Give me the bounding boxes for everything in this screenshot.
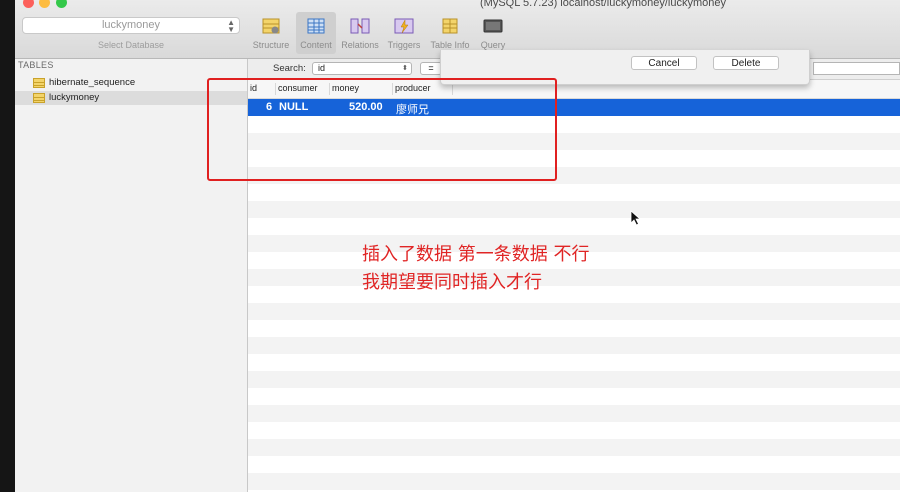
empty-row	[248, 303, 900, 320]
empty-row	[248, 184, 900, 201]
empty-row	[248, 439, 900, 456]
empty-row	[248, 337, 900, 354]
sidebar-item-label: hibernate_sequence	[49, 77, 136, 88]
database-select[interactable]: luckymoney ▲ ▼	[22, 17, 240, 34]
tables-header: TABLES	[18, 60, 54, 70]
query-label: Query	[480, 40, 506, 50]
empty-row	[248, 456, 900, 473]
empty-row	[248, 218, 900, 235]
relations-icon	[350, 18, 370, 34]
structure-button[interactable]: Structure	[248, 12, 294, 54]
search-field-value: id	[318, 63, 326, 73]
structure-icon	[262, 18, 280, 34]
highlight-box	[207, 78, 557, 181]
content-icon	[307, 18, 325, 34]
chevron-updown-icon: ▲ ▼	[227, 18, 235, 34]
triggers-icon	[394, 18, 414, 34]
relations-label: Relations	[341, 40, 379, 50]
filter-value-input[interactable]	[813, 62, 900, 75]
table-icon	[33, 93, 45, 103]
empty-row	[248, 354, 900, 371]
structure-label: Structure	[252, 40, 290, 50]
database-select-value: luckymoney	[101, 19, 161, 31]
table-info-icon	[442, 18, 458, 34]
query-icon	[483, 19, 503, 33]
close-window-button[interactable]	[23, 0, 34, 8]
query-button[interactable]: Query	[476, 12, 510, 54]
empty-row	[248, 405, 900, 422]
mouse-pointer-icon	[630, 210, 642, 226]
content-button[interactable]: Content	[296, 12, 336, 54]
database-caption: Select Database	[97, 40, 165, 50]
window-title: (MySQL 5.7.23) localhost/luckymoney/luck…	[480, 0, 726, 9]
annotation-line-2: 我期望要同时插入才行	[362, 272, 542, 293]
empty-row	[248, 201, 900, 218]
operator-select[interactable]: =	[420, 62, 442, 75]
relations-button[interactable]: Relations	[338, 12, 382, 54]
screen-edge	[0, 0, 15, 492]
annotation-line-1: 插入了数据 第一条数据 不行	[362, 244, 590, 265]
empty-row	[248, 286, 900, 303]
empty-row	[248, 473, 900, 490]
chevron-updown-icon: ⬍	[402, 65, 408, 72]
empty-row	[248, 269, 900, 286]
table-icon	[33, 78, 45, 88]
empty-row	[248, 422, 900, 439]
zoom-window-button[interactable]	[56, 0, 67, 8]
operator-value: =	[428, 63, 434, 73]
cancel-button[interactable]: Cancel	[631, 56, 697, 70]
minimize-window-button[interactable]	[39, 0, 50, 8]
empty-row	[248, 320, 900, 337]
triggers-button[interactable]: Triggers	[384, 12, 424, 54]
empty-row	[248, 388, 900, 405]
triggers-label: Triggers	[387, 40, 421, 50]
delete-button[interactable]: Delete	[713, 56, 779, 70]
table-info-label: Table Info	[430, 40, 470, 50]
empty-row	[248, 371, 900, 388]
search-label: Search:	[273, 63, 306, 74]
table-info-button[interactable]: Table Info	[426, 12, 474, 54]
search-field-select[interactable]: id ⬍	[312, 62, 412, 75]
content-label: Content	[300, 40, 332, 50]
sidebar-item-label: luckymoney	[49, 92, 100, 103]
